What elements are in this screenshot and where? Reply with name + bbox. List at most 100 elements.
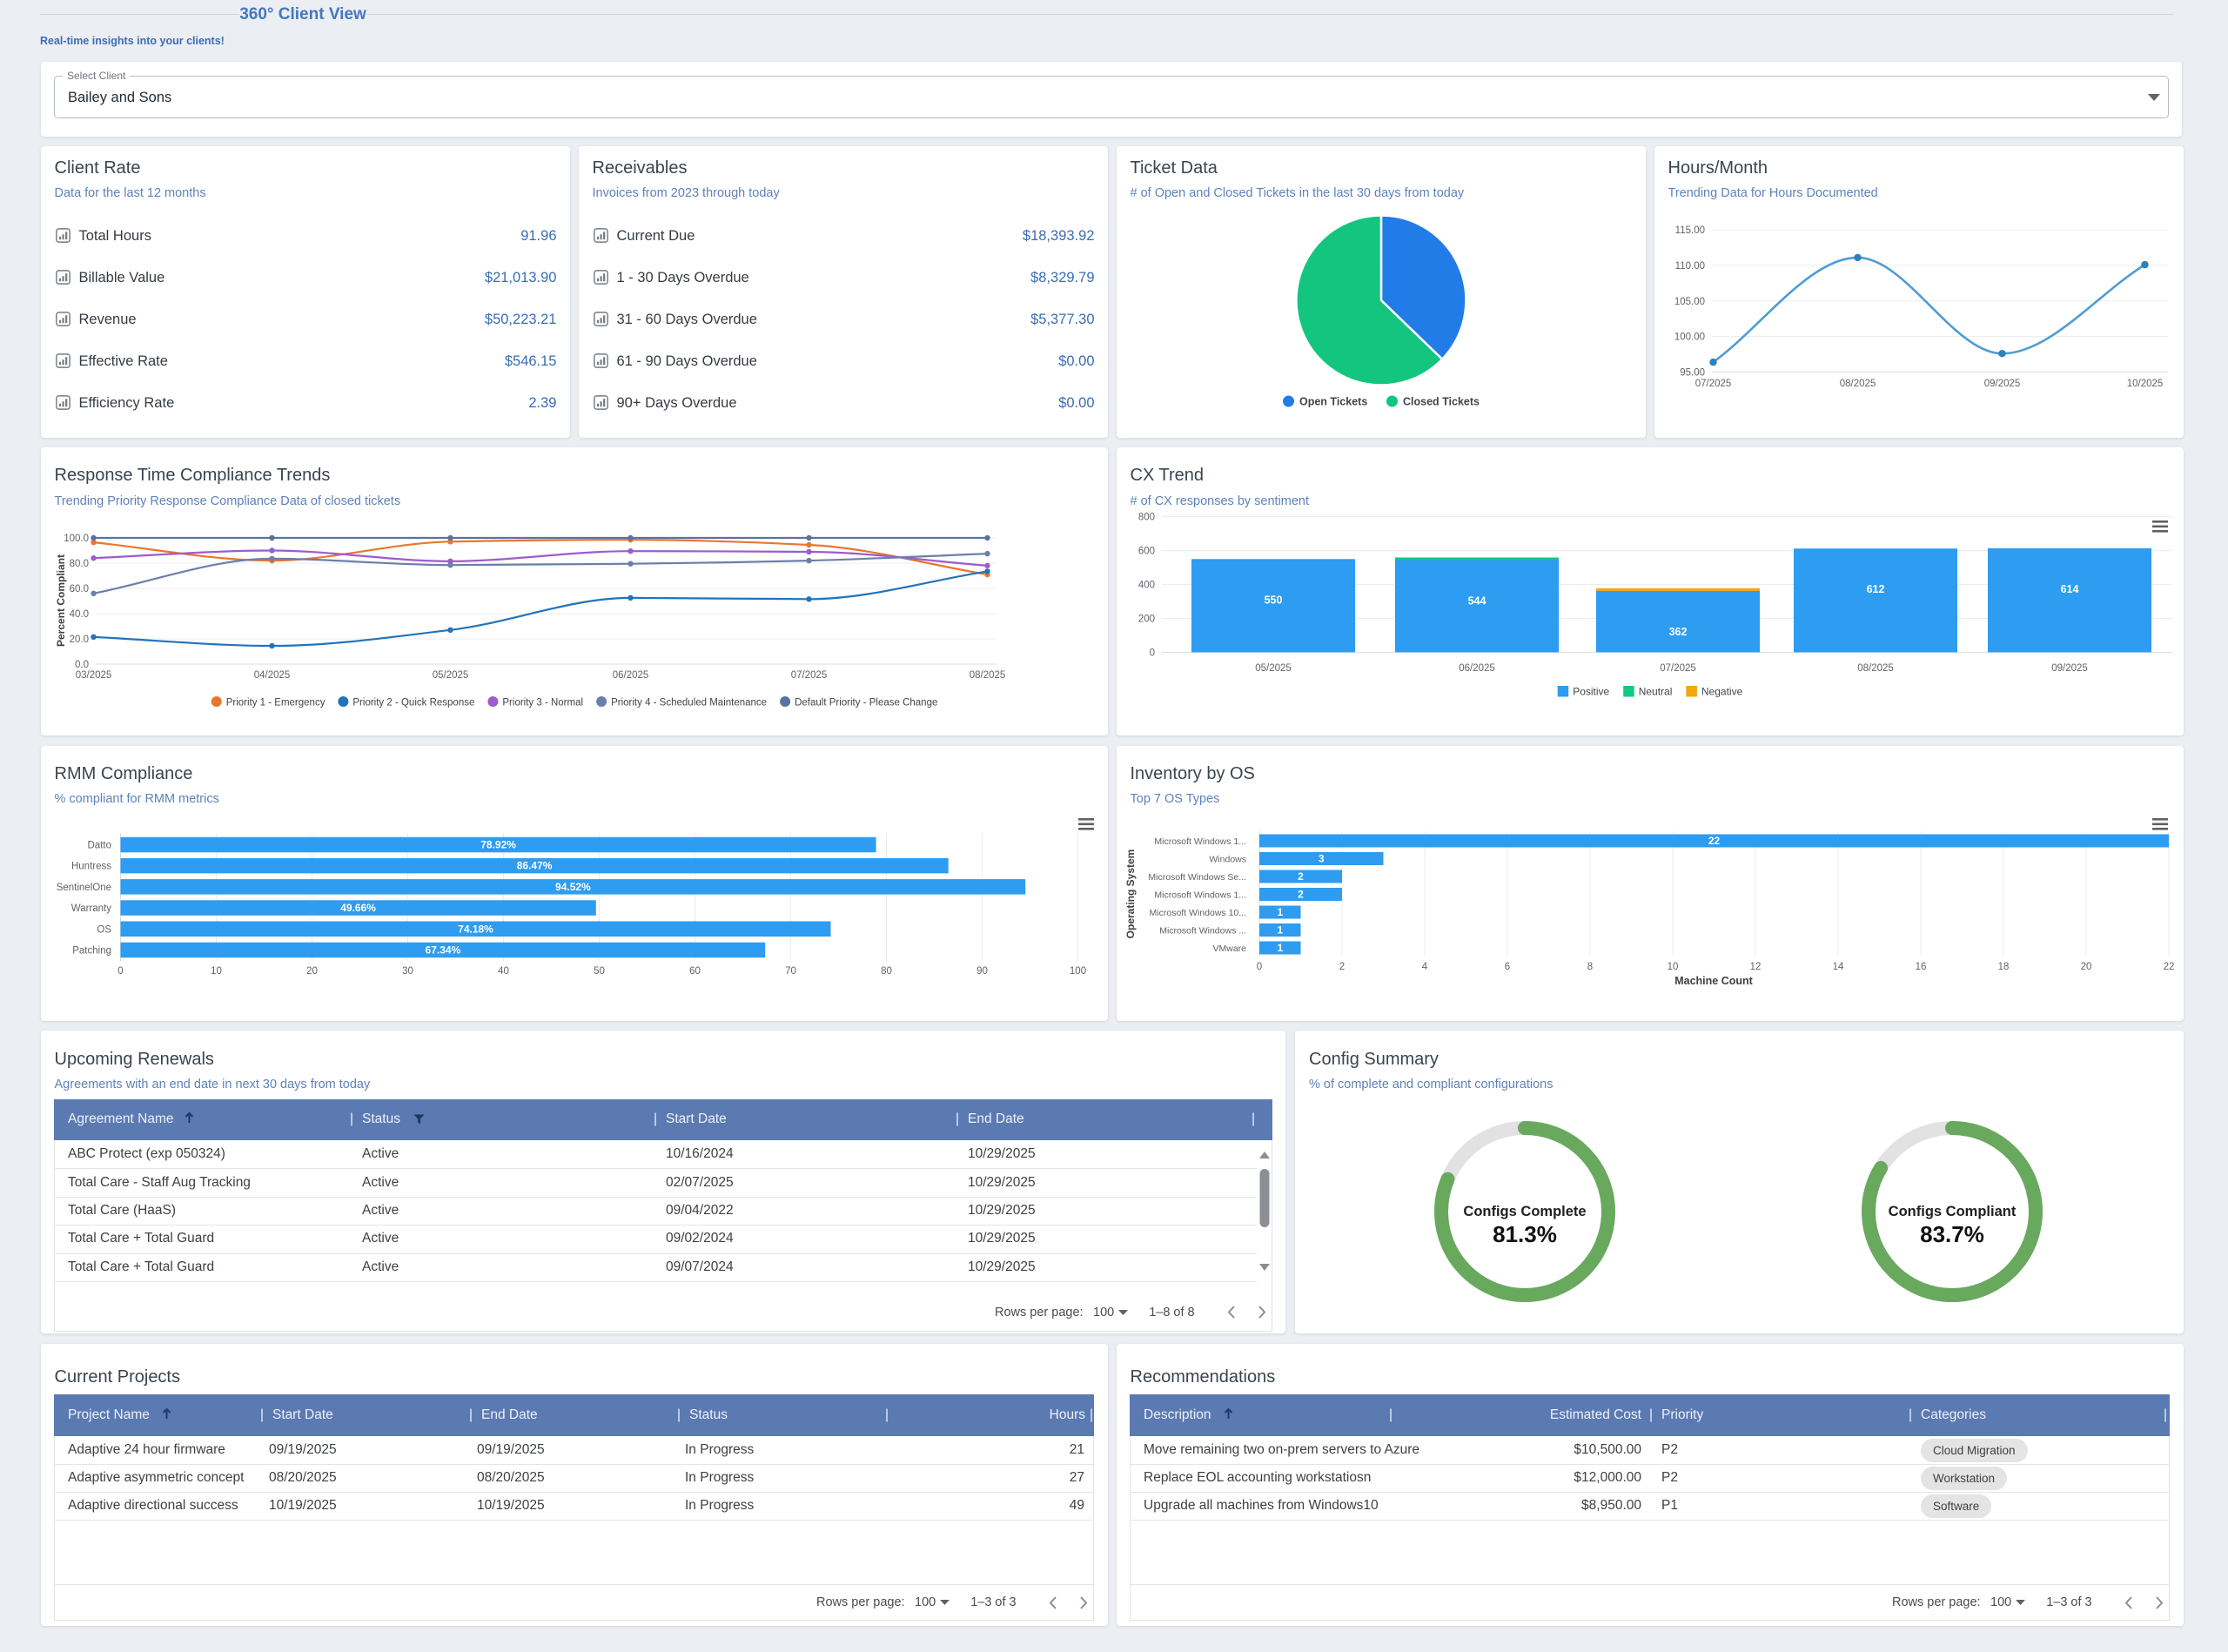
svg-text:10/2025: 10/2025 — [2126, 379, 2163, 389]
svg-text:Microsoft Windows Se...: Microsoft Windows Se... — [1148, 872, 1246, 883]
svg-text:07/2025: 07/2025 — [1694, 379, 1731, 389]
svg-text:Windows: Windows — [1209, 855, 1246, 865]
svg-text:200: 200 — [1137, 614, 1154, 625]
svg-text:30: 30 — [402, 966, 413, 977]
svg-text:09/2025: 09/2025 — [1983, 379, 2020, 389]
svg-text:20.0: 20.0 — [69, 635, 88, 645]
svg-text:86.47%: 86.47% — [516, 860, 552, 872]
svg-text:Negative: Negative — [1701, 686, 1742, 698]
svg-text:3: 3 — [1318, 853, 1324, 865]
svg-text:100.0: 100.0 — [64, 534, 89, 544]
svg-text:Datto: Datto — [87, 841, 111, 851]
svg-text:Huntress: Huntress — [70, 862, 111, 872]
svg-text:07/2025: 07/2025 — [1660, 663, 1696, 674]
svg-text:0: 0 — [1149, 648, 1154, 658]
svg-text:550: 550 — [1264, 594, 1282, 606]
svg-text:10: 10 — [211, 966, 222, 977]
svg-text:78.92%: 78.92% — [480, 839, 516, 851]
svg-text:05/2025: 05/2025 — [432, 670, 468, 681]
svg-text:Neutral: Neutral — [1638, 686, 1672, 698]
svg-text:80: 80 — [881, 966, 892, 977]
svg-text:8: 8 — [1587, 962, 1592, 972]
svg-text:Microsoft Windows ...: Microsoft Windows ... — [1159, 926, 1246, 937]
svg-text:Microsoft Windows 1...: Microsoft Windows 1... — [1154, 836, 1246, 847]
svg-text:81.3%: 81.3% — [1493, 1221, 1557, 1247]
svg-text:40: 40 — [498, 966, 509, 977]
svg-text:115.00: 115.00 — [1674, 225, 1704, 236]
svg-text:Default Priority - Please Chan: Default Priority - Please Change — [795, 698, 937, 708]
svg-text:60.0: 60.0 — [69, 584, 88, 594]
svg-text:04/2025: 04/2025 — [253, 670, 290, 681]
svg-text:20: 20 — [2080, 962, 2091, 972]
svg-text:544: 544 — [1467, 595, 1486, 608]
svg-text:Closed Tickets: Closed Tickets — [1403, 396, 1480, 408]
svg-text:Microsoft Windows 1...: Microsoft Windows 1... — [1154, 890, 1246, 901]
svg-text:100.00: 100.00 — [1674, 332, 1704, 343]
svg-text:400: 400 — [1137, 581, 1154, 591]
svg-text:Warranty: Warranty — [70, 903, 111, 914]
svg-text:90: 90 — [976, 966, 988, 977]
svg-text:Positive: Positive — [1573, 686, 1609, 698]
svg-text:OS: OS — [97, 924, 111, 935]
svg-text:10: 10 — [1667, 962, 1678, 972]
svg-text:0.0: 0.0 — [75, 660, 89, 670]
svg-text:08/2025: 08/2025 — [1857, 663, 1894, 674]
svg-text:100: 100 — [1069, 966, 1085, 977]
svg-text:6: 6 — [1504, 962, 1509, 972]
svg-text:70: 70 — [785, 966, 796, 977]
svg-text:60: 60 — [689, 966, 701, 977]
svg-text:362: 362 — [1668, 626, 1687, 638]
svg-text:06/2025: 06/2025 — [1459, 663, 1495, 674]
svg-text:2: 2 — [1298, 870, 1304, 883]
svg-text:09/2025: 09/2025 — [2051, 663, 2088, 674]
svg-text:07/2025: 07/2025 — [790, 670, 827, 681]
svg-text:08/2025: 08/2025 — [969, 670, 1005, 681]
svg-text:22: 22 — [2163, 962, 2174, 972]
svg-text:600: 600 — [1137, 547, 1154, 557]
svg-text:0: 0 — [1256, 962, 1261, 972]
svg-text:67.34%: 67.34% — [425, 944, 460, 957]
svg-text:40.0: 40.0 — [69, 609, 88, 620]
svg-text:Configs Complete: Configs Complete — [1463, 1204, 1586, 1219]
svg-text:Priority 4 - Scheduled Mainten: Priority 4 - Scheduled Maintenance — [611, 698, 767, 708]
svg-text:SentinelOne: SentinelOne — [56, 883, 111, 893]
svg-text:Percent Compliant: Percent Compliant — [55, 554, 67, 647]
svg-text:94.52%: 94.52% — [555, 881, 591, 893]
svg-text:12: 12 — [1749, 962, 1761, 972]
svg-text:1: 1 — [1277, 942, 1283, 954]
svg-text:Patching: Patching — [72, 946, 111, 957]
svg-text:0: 0 — [117, 966, 123, 977]
svg-text:16: 16 — [1915, 962, 1926, 972]
svg-text:Microsoft Windows 10...: Microsoft Windows 10... — [1149, 908, 1245, 918]
svg-text:18: 18 — [1997, 962, 2009, 972]
svg-text:Operating System: Operating System — [1124, 850, 1137, 939]
svg-text:05/2025: 05/2025 — [1255, 663, 1292, 674]
svg-text:105.00: 105.00 — [1674, 297, 1704, 307]
svg-text:2: 2 — [1298, 889, 1304, 901]
svg-text:VMware: VMware — [1212, 944, 1246, 954]
svg-text:74.18%: 74.18% — [458, 923, 493, 935]
svg-text:1: 1 — [1277, 924, 1283, 937]
svg-text:50: 50 — [594, 966, 605, 977]
svg-text:95.00: 95.00 — [1680, 368, 1705, 379]
svg-text:1: 1 — [1277, 906, 1283, 918]
svg-text:Configs Compliant: Configs Compliant — [1889, 1204, 2017, 1219]
svg-text:110.00: 110.00 — [1674, 261, 1704, 272]
svg-text:800: 800 — [1137, 513, 1154, 523]
svg-text:03/2025: 03/2025 — [75, 670, 111, 681]
svg-text:Priority 2 - Quick Response: Priority 2 - Quick Response — [352, 698, 474, 708]
svg-text:14: 14 — [1832, 962, 1843, 972]
svg-text:22: 22 — [1708, 835, 1720, 847]
svg-text:49.66%: 49.66% — [340, 902, 376, 914]
svg-text:Open Tickets: Open Tickets — [1299, 396, 1367, 408]
svg-text:4: 4 — [1421, 962, 1427, 972]
svg-text:83.7%: 83.7% — [1920, 1221, 1984, 1247]
svg-text:Machine Count: Machine Count — [1674, 975, 1753, 987]
svg-text:08/2025: 08/2025 — [1839, 379, 1876, 389]
svg-text:80.0: 80.0 — [69, 559, 88, 569]
svg-text:612: 612 — [1866, 583, 1884, 595]
svg-text:20: 20 — [306, 966, 318, 977]
svg-text:Priority 3 - Normal: Priority 3 - Normal — [502, 698, 583, 708]
svg-text:2: 2 — [1339, 962, 1344, 972]
svg-text:06/2025: 06/2025 — [612, 670, 648, 681]
